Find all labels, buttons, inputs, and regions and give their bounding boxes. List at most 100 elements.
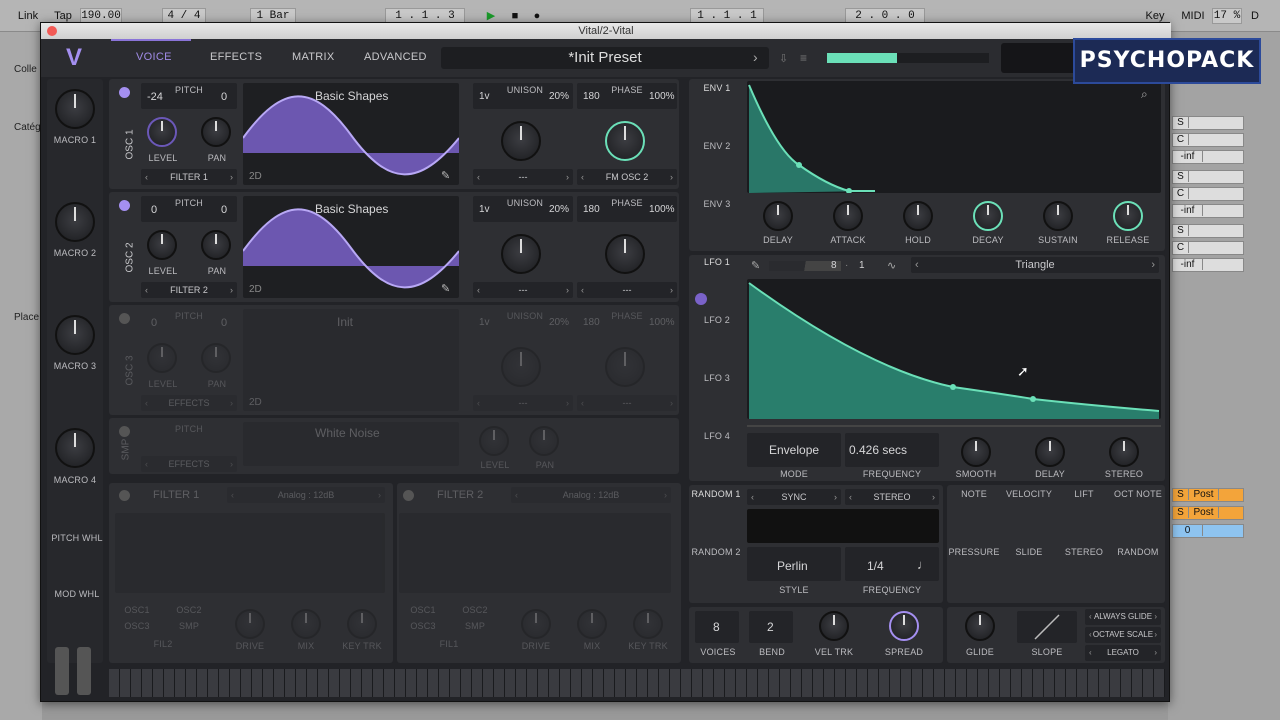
osc-3-phase-random[interactable]: 100% bbox=[649, 317, 675, 328]
track-volume[interactable]: -inf bbox=[1172, 258, 1244, 272]
tab-advanced[interactable]: ADVANCED bbox=[364, 51, 427, 63]
osc-2-spectral-mode[interactable]: 2D bbox=[249, 284, 262, 295]
note-sync-icon[interactable]: ♩ bbox=[917, 557, 930, 572]
osc-2-edit-icon[interactable]: ✎ bbox=[441, 282, 450, 295]
filter-1-keytrack-knob[interactable] bbox=[347, 609, 377, 639]
lfo-mode-value[interactable]: Envelope bbox=[769, 443, 819, 457]
track-crossfade[interactable]: C bbox=[1172, 187, 1244, 201]
filter-2-type[interactable]: Analog : 12dB bbox=[511, 487, 671, 503]
filter-1-type[interactable]: Analog : 12dB bbox=[227, 487, 385, 503]
osc-3-distortion-knob[interactable] bbox=[605, 347, 645, 387]
osc-2-wavetable-name[interactable]: Basic Shapes bbox=[315, 202, 388, 216]
sample-name[interactable]: White Noise bbox=[315, 426, 380, 440]
sample-pan-knob[interactable] bbox=[529, 426, 559, 456]
env-attack-knob[interactable] bbox=[833, 201, 863, 231]
zoom-icon[interactable]: ⌕ bbox=[1141, 87, 1148, 102]
lfo-grid-y[interactable]: 1 bbox=[859, 260, 865, 271]
tab-lfo-3[interactable]: LFO 3 bbox=[695, 373, 739, 383]
osc-1-distortion-type[interactable]: FM OSC 2 bbox=[577, 169, 677, 185]
mod-source-velocity[interactable]: VELOCITY bbox=[1001, 489, 1057, 499]
osc-1-wavetable-name[interactable]: Basic Shapes bbox=[315, 89, 388, 103]
filter-1-enable[interactable] bbox=[119, 490, 130, 501]
osc-2-pan-knob[interactable] bbox=[201, 230, 231, 260]
osc-2-wavetable[interactable]: Basic Shapes 2D ✎ bbox=[243, 196, 459, 298]
tab-env-3[interactable]: ENV 3 bbox=[695, 199, 739, 209]
osc-1-level-knob[interactable] bbox=[147, 117, 177, 147]
osc-3-enable[interactable] bbox=[119, 313, 130, 324]
master-volume[interactable]: 0 bbox=[1172, 524, 1244, 538]
browser-categories[interactable]: Catég bbox=[14, 122, 41, 133]
preset-name[interactable]: *Init Preset bbox=[441, 47, 769, 69]
macro-3-label[interactable]: MACRO 3 bbox=[47, 361, 103, 371]
macro-3-knob[interactable] bbox=[55, 315, 95, 355]
filter-1-src-smp[interactable]: SMP bbox=[169, 621, 209, 631]
osc-2-transpose[interactable]: 0 bbox=[151, 204, 157, 216]
osc-3-wavetable-name[interactable]: Init bbox=[337, 315, 353, 329]
mod-source-pressure[interactable]: PRESSURE bbox=[947, 547, 1001, 557]
filter-1-src-fil[interactable]: FIL2 bbox=[143, 639, 183, 649]
filter-1-mix-knob[interactable] bbox=[291, 609, 321, 639]
tab-env-1[interactable]: ENV 1 bbox=[695, 83, 739, 93]
osc-3-unison-mode[interactable]: --- bbox=[473, 395, 573, 411]
sample-destination[interactable]: EFFECTS bbox=[141, 456, 237, 472]
sample-level-knob[interactable] bbox=[479, 426, 509, 456]
tab-random-1[interactable]: RANDOM 1 bbox=[691, 489, 741, 499]
octave-scale-toggle[interactable]: OCTAVE SCALE bbox=[1085, 627, 1161, 643]
mod-wheel[interactable] bbox=[77, 647, 91, 695]
osc-3-unison-voices[interactable]: 1v bbox=[479, 317, 490, 328]
lfo-paint-icon[interactable]: ✎ bbox=[751, 259, 760, 272]
filter-1-src-osc1[interactable]: OSC1 bbox=[117, 605, 157, 615]
tab-env-2[interactable]: ENV 2 bbox=[695, 141, 739, 151]
return-post[interactable]: S Post bbox=[1172, 488, 1244, 502]
filter-2-mix-knob[interactable] bbox=[577, 609, 607, 639]
osc-3-distortion-type[interactable]: --- bbox=[577, 395, 677, 411]
mod-source-lift[interactable]: LIFT bbox=[1057, 489, 1111, 499]
macro-1-knob[interactable] bbox=[55, 89, 95, 129]
lfo-delay-knob[interactable] bbox=[1035, 437, 1065, 467]
tab-matrix[interactable]: MATRIX bbox=[292, 51, 335, 63]
tab-lfo-4[interactable]: LFO 4 bbox=[695, 431, 739, 441]
lfo-curve-icon[interactable]: ∿ bbox=[887, 259, 896, 272]
track-solo[interactable]: S bbox=[1172, 170, 1244, 184]
osc-1-unison-knob[interactable] bbox=[501, 121, 541, 161]
sample-enable[interactable] bbox=[119, 426, 130, 437]
tab-voice[interactable]: VOICE bbox=[136, 51, 172, 63]
osc-2-unison-detune[interactable]: 20% bbox=[549, 204, 569, 215]
track-solo[interactable]: S bbox=[1172, 116, 1244, 130]
track-crossfade[interactable]: C bbox=[1172, 133, 1244, 147]
lfo-smooth-knob[interactable] bbox=[961, 437, 991, 467]
random-stereo-button[interactable]: STEREO bbox=[845, 489, 939, 505]
osc-2-phase-random[interactable]: 100% bbox=[649, 204, 675, 215]
lfo-modulation-source-icon[interactable] bbox=[695, 293, 707, 305]
osc-1-destination[interactable]: FILTER 1 bbox=[141, 169, 237, 185]
osc-2-enable[interactable] bbox=[119, 200, 130, 211]
mod-source-oct-note[interactable]: OCT NOTE bbox=[1111, 489, 1165, 499]
filter-1-src-osc3[interactable]: OSC3 bbox=[117, 621, 157, 631]
lfo-graph[interactable]: ➚ bbox=[747, 279, 1161, 419]
filter-1-drive-knob[interactable] bbox=[235, 609, 265, 639]
filter-2-response[interactable] bbox=[399, 513, 671, 593]
env-release-knob[interactable] bbox=[1113, 201, 1143, 231]
always-glide-toggle[interactable]: ALWAYS GLIDE bbox=[1085, 609, 1161, 625]
mod-source-note[interactable]: NOTE bbox=[947, 489, 1001, 499]
envelope-graph[interactable]: ⌕ bbox=[747, 81, 1161, 193]
bend-value[interactable]: 2 bbox=[767, 620, 774, 634]
mod-source-slide[interactable]: SLIDE bbox=[1001, 547, 1057, 557]
osc-3-transpose[interactable]: 0 bbox=[151, 317, 157, 329]
osc-1-unison-mode[interactable]: --- bbox=[473, 169, 573, 185]
velocity-track-knob[interactable] bbox=[819, 611, 849, 641]
legato-toggle[interactable]: LEGATO bbox=[1085, 645, 1161, 661]
glide-knob[interactable] bbox=[965, 611, 995, 641]
lfo-frequency-value[interactable]: 0.426 secs bbox=[849, 443, 907, 457]
filter-2-drive-knob[interactable] bbox=[521, 609, 551, 639]
osc-2-phase-value[interactable]: 180 bbox=[583, 204, 600, 215]
osc-1-phase-value[interactable]: 180 bbox=[583, 91, 600, 102]
osc-2-unison-knob[interactable] bbox=[501, 234, 541, 274]
tab-lfo-2[interactable]: LFO 2 bbox=[695, 315, 739, 325]
lfo-shape-select[interactable]: Triangle bbox=[911, 257, 1159, 273]
track-solo[interactable]: S bbox=[1172, 224, 1244, 238]
return-post[interactable]: S Post bbox=[1172, 506, 1244, 520]
osc-3-unison-detune[interactable]: 20% bbox=[549, 317, 569, 328]
filter-2-enable[interactable] bbox=[403, 490, 414, 501]
track-volume[interactable]: -inf bbox=[1172, 150, 1244, 164]
